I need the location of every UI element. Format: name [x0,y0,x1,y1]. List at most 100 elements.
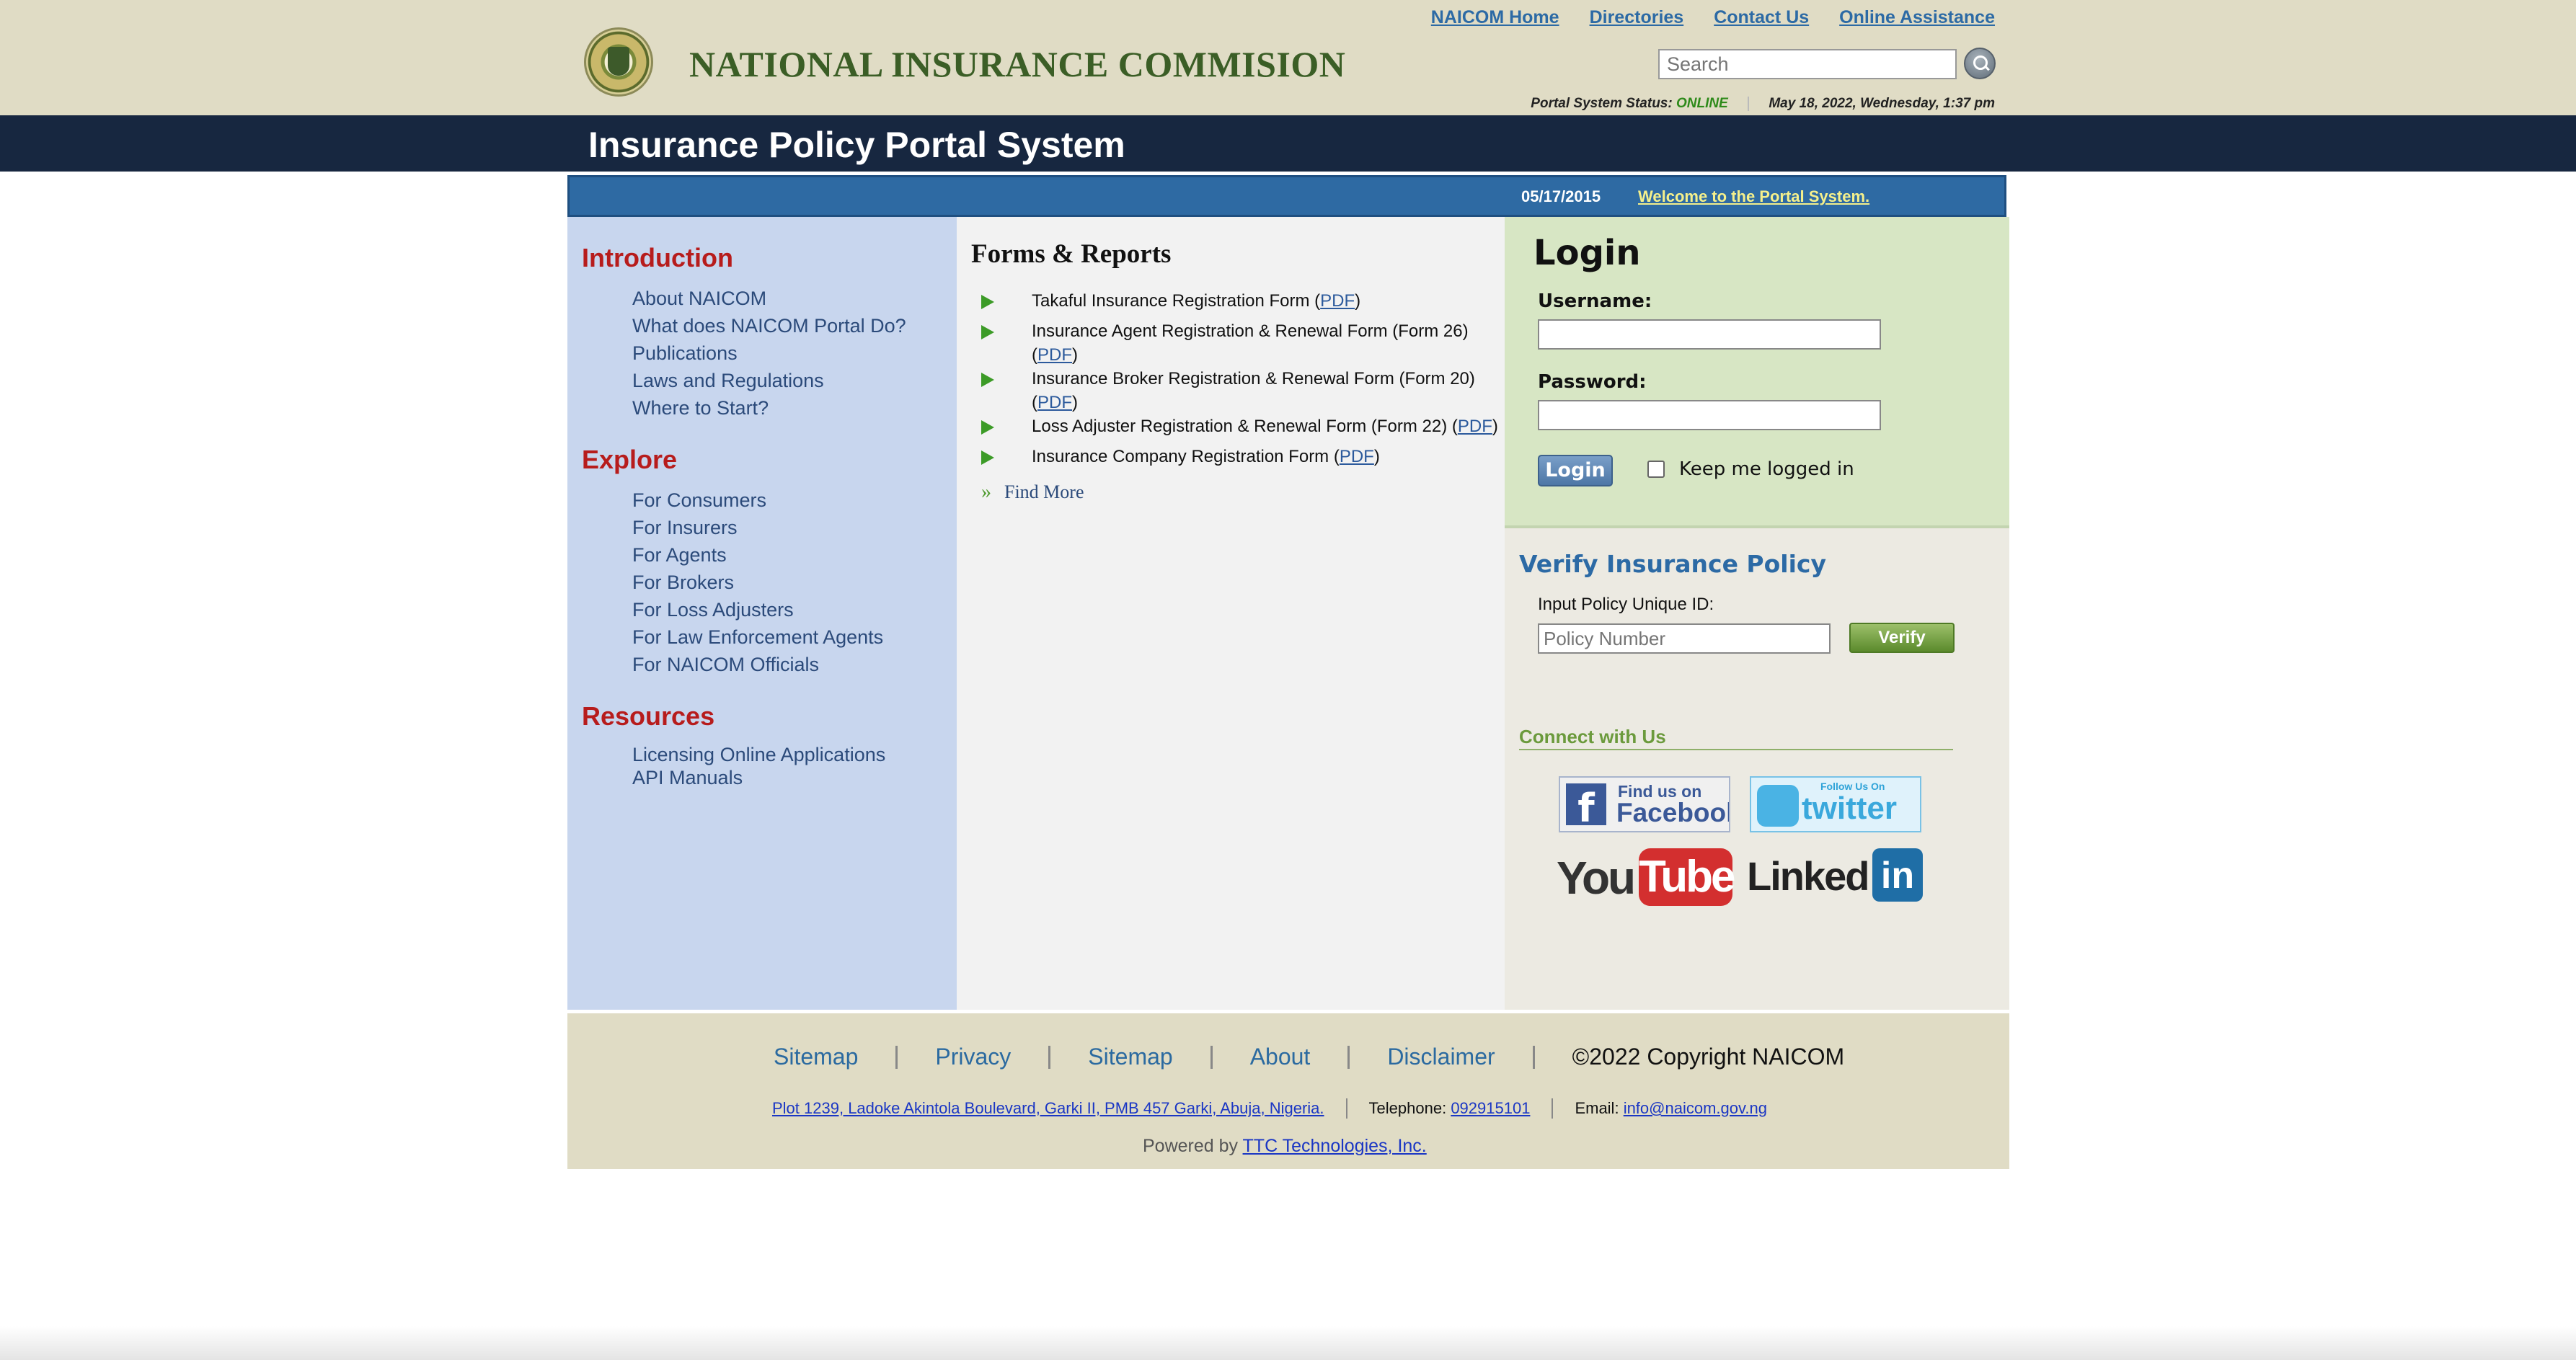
status-value: ONLINE [1676,96,1728,111]
search-input[interactable] [1658,49,1957,79]
site-footer: Sitemap Privacy Sitemap About Disclaimer… [567,1013,2009,1169]
search-button[interactable] [1964,48,1996,79]
verify-button[interactable]: Verify [1849,623,1955,653]
nav-directories-link[interactable]: Directories [1590,7,1684,28]
form-label: Insurance Agent Registration & Renewal F… [1032,321,1469,341]
sidebar-item-licensing[interactable]: Licensing Online Applications [632,743,885,766]
sidebar-item-insurers[interactable]: For Insurers [632,514,883,541]
find-more-link[interactable]: » Find More [981,481,1084,504]
find-more-label: Find More [1004,481,1084,502]
status-label: Portal System Status: [1531,96,1673,111]
password-input[interactable] [1538,400,1881,430]
status-datetime: May 18, 2022, Wednesday, 1:37 pm [1769,96,1995,111]
connect-divider [1519,749,1953,750]
introduction-list: About NAICOM What does NAICOM Portal Do?… [632,285,906,422]
footer-info-divider [1345,1098,1347,1119]
footer-contact-info: Plot 1239, Ladoke Akintola Boulevard, Ga… [772,1098,1767,1119]
page-bottom-shadow [0,1326,2576,1360]
youtube-part2: Tube [1639,848,1735,906]
email-link[interactable]: info@naicom.gov.ng [1624,1099,1767,1118]
footer-link-about[interactable]: About [1250,1044,1311,1070]
powered-label: Powered by [1143,1136,1239,1156]
login-panel: Login Username: Password: Login Keep me … [1505,217,2009,528]
sidebar-item-brokers[interactable]: For Brokers [632,569,883,596]
form-label: Takaful Insurance Registration Form [1032,291,1310,311]
site-header: NATIONAL INSURANCE COMMISION NAICOM Home… [0,0,2576,115]
form-label: Loss Adjuster Registration & Renewal For… [1032,417,1448,436]
footer-divider [1048,1045,1051,1069]
username-input[interactable] [1538,319,1881,350]
status-divider [1748,96,1750,111]
twitter-line2: twitter [1802,791,1897,826]
pdf-link[interactable]: PDF [1320,291,1355,311]
section-introduction-heading: Introduction [582,243,733,272]
resources-list: Licensing Online Applications API Manual… [632,743,885,789]
footer-divider [1532,1045,1535,1069]
nav-contact-us-link[interactable]: Contact Us [1714,7,1809,28]
login-title: Login [1533,233,1641,273]
sidebar-item-laws-regulations[interactable]: Laws and Regulations [632,367,906,394]
pdf-link[interactable]: PDF [1340,447,1374,466]
powered-company-link[interactable]: TTC Technologies, Inc. [1243,1136,1427,1156]
pdf-link[interactable]: PDF [1458,417,1492,436]
arrow-bullet-icon [981,295,994,309]
nav-online-assistance-link[interactable]: Online Assistance [1839,7,1995,28]
arrow-bullet-icon [981,373,994,387]
linkedin-part2: in [1872,848,1923,902]
username-label: Username: [1538,290,1652,312]
welcome-link[interactable]: Welcome to the Portal System. [1638,187,1869,206]
sidebar-item-naicom-officials[interactable]: For NAICOM Officials [632,651,883,678]
connect-title: Connect with Us [1519,726,1666,747]
twitter-badge[interactable]: Follow Us On twitter [1750,776,1921,832]
verify-title: Verify Insurance Policy [1519,550,1826,578]
footer-divider [1210,1045,1213,1069]
login-button[interactable]: Login [1538,455,1613,486]
sidebar-item-portal-do[interactable]: What does NAICOM Portal Do? [632,312,906,339]
footer-link-disclaimer[interactable]: Disclaimer [1387,1044,1495,1070]
sidebar-item-consumers[interactable]: For Consumers [632,486,883,514]
sidebar-item-where-to-start[interactable]: Where to Start? [632,394,906,422]
explore-list: For Consumers For Insurers For Agents Fo… [632,486,883,678]
sidebar-item-publications[interactable]: Publications [632,339,906,367]
footer-info-divider [1552,1098,1554,1119]
telephone-label: Telephone: [1368,1099,1447,1117]
forms-title: Forms & Reports [971,239,1172,269]
sidebar-item-about-naicom[interactable]: About NAICOM [632,285,906,312]
facebook-line2: Facebook [1616,798,1730,827]
powered-by: Powered by TTC Technologies, Inc. [1143,1136,1427,1157]
footer-divider [895,1045,898,1069]
section-resources-heading: Resources [582,701,715,731]
arrow-bullet-icon [981,325,994,339]
portal-status-line: Portal System Status: ONLINE May 18, 202… [1531,96,1995,112]
arrow-bullet-icon [981,420,994,435]
portal-title: Insurance Policy Portal System [588,125,1125,165]
copyright: ©2022 Copyright NAICOM [1572,1044,1845,1070]
double-chevron-icon: » [981,481,991,503]
telephone-link[interactable]: 092915101 [1451,1099,1530,1118]
nav-naicom-home-link[interactable]: NAICOM Home [1431,7,1559,28]
footer-link-sitemap[interactable]: Sitemap [774,1044,858,1070]
sidebar-item-law-enforcement[interactable]: For Law Enforcement Agents [632,623,883,651]
youtube-badge[interactable]: You Tube [1557,848,1735,909]
address-link[interactable]: Plot 1239, Ladoke Akintola Boulevard, Ga… [772,1099,1324,1118]
naicom-seal-logo [584,27,653,97]
verify-label: Input Policy Unique ID: [1538,595,1714,614]
arrow-bullet-icon [981,450,994,465]
facebook-icon: f [1566,783,1606,831]
pdf-link[interactable]: PDF [1037,345,1072,365]
footer-link-privacy[interactable]: Privacy [935,1044,1011,1070]
pdf-link[interactable]: PDF [1037,393,1072,412]
sidebar-item-api-manuals[interactable]: API Manuals [632,766,885,789]
sidebar-item-agents[interactable]: For Agents [632,541,883,569]
password-label: Password: [1538,371,1647,393]
linkedin-badge[interactable]: Linked in [1747,848,1927,909]
footer-divider [1347,1045,1350,1069]
facebook-badge[interactable]: f Find us on Facebook [1559,776,1730,832]
policy-number-input[interactable] [1538,623,1831,654]
sidebar-item-loss-adjusters[interactable]: For Loss Adjusters [632,596,883,623]
form-label: Insurance Broker Registration & Renewal … [1032,369,1475,388]
keep-logged-in-checkbox[interactable] [1647,461,1665,478]
linkedin-part1: Linked [1747,853,1869,899]
top-nav: NAICOM Home Directories Contact Us Onlin… [1431,7,1995,28]
footer-link-sitemap-2[interactable]: Sitemap [1088,1044,1172,1070]
